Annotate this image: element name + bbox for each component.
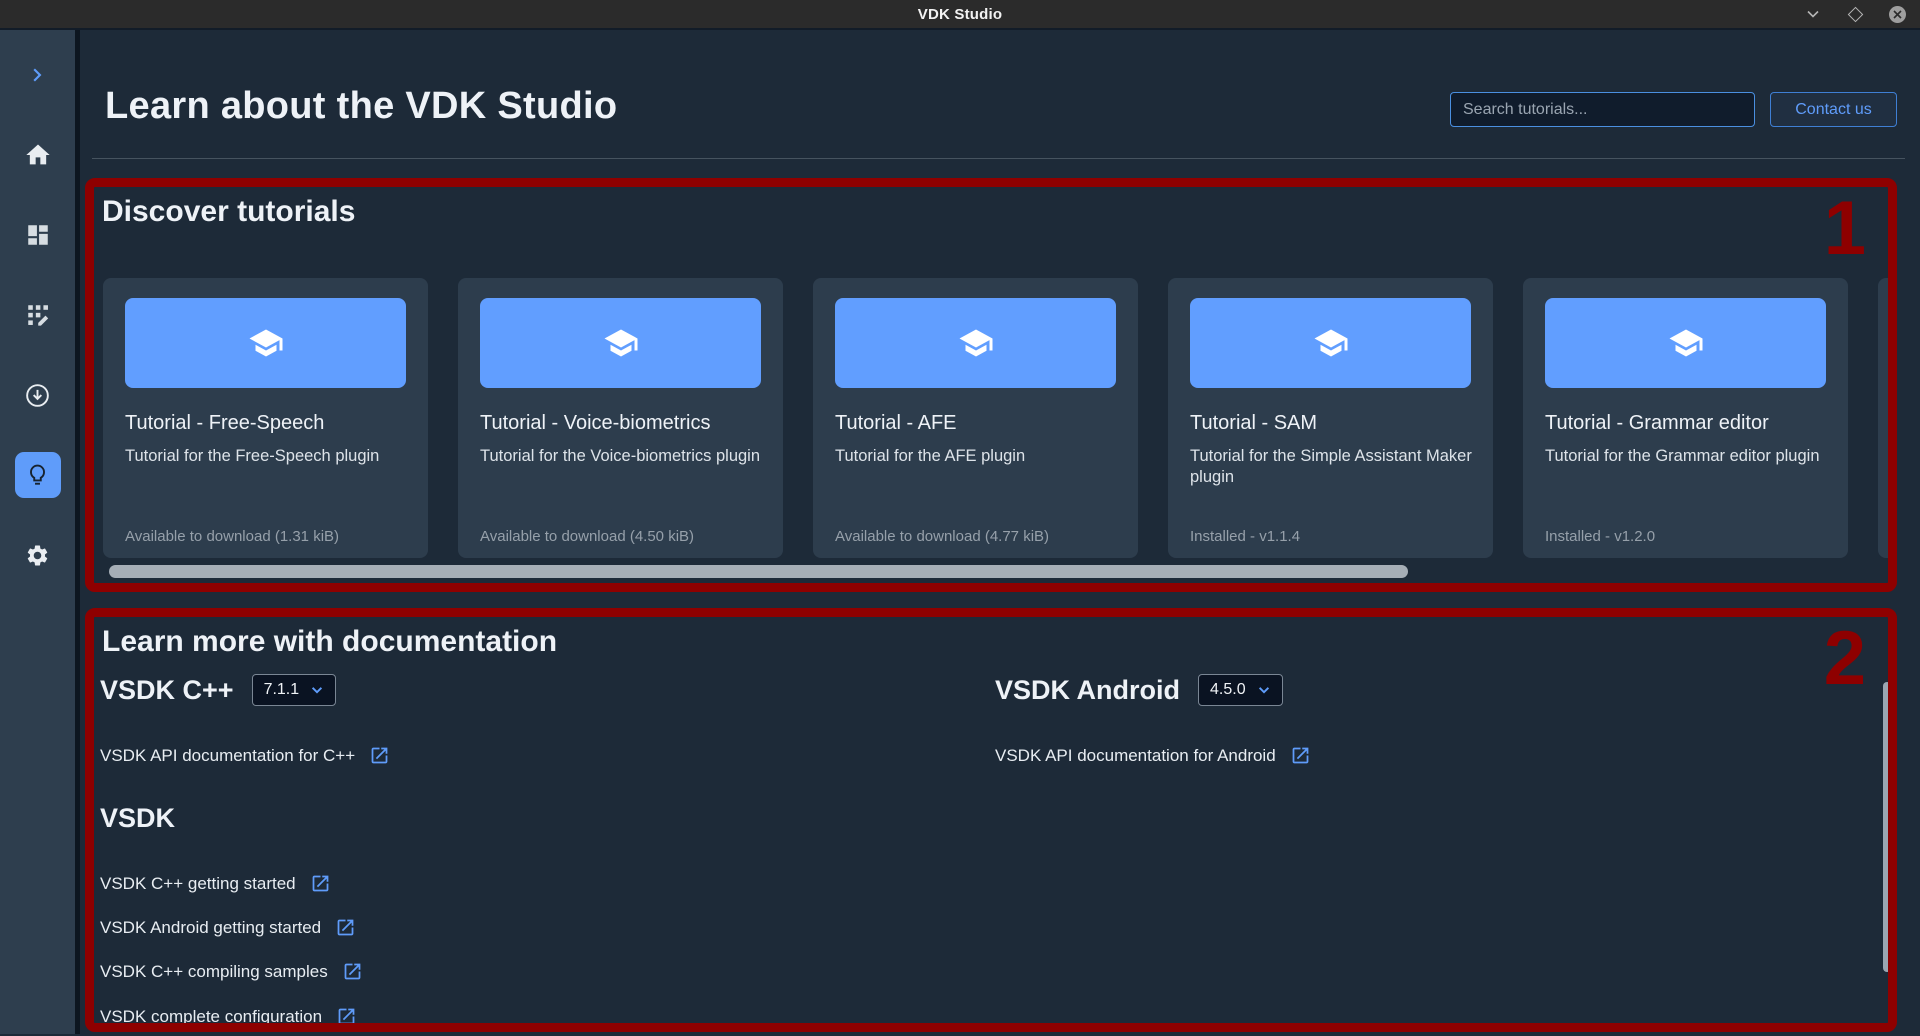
school-icon [248,325,284,361]
cpp-api-doc-link[interactable]: VSDK API documentation for C++ [100,745,390,766]
gear-icon [25,543,50,568]
contact-us-button[interactable]: Contact us [1770,92,1897,127]
close-icon [1889,6,1906,23]
tutorial-cards-row: Tutorial - Free-Speech Tutorial for the … [103,278,1888,558]
sidebar-item-home[interactable] [15,132,61,178]
card-title: Tutorial - AFE [835,412,957,435]
card-title: Tutorial - Grammar editor [1545,412,1769,435]
vsdk-cpp-compiling-samples-link[interactable]: VSDK C++ compiling samples [100,961,363,982]
download-icon [24,382,51,409]
card-description: Tutorial for the Grammar editor plugin [1545,446,1830,467]
chevron-right-icon [25,62,51,88]
link-label: VSDK Android getting started [100,918,321,938]
chevron-down-icon [310,683,324,697]
vsdk-row: VSDK [100,803,175,834]
card-description: Tutorial for the AFE plugin [835,446,1120,467]
discover-tutorials-heading: Discover tutorials [102,195,355,229]
vsdk-cpp-title: VSDK C++ [100,675,234,706]
vsdk-cpp-version-value: 7.1.1 [264,681,300,699]
annotation-number-2: 2 [1824,621,1866,697]
card-status: Available to download (4.77 kiB) [835,528,1049,545]
school-icon [603,325,639,361]
external-link-icon [336,1006,357,1023]
card-title: Tutorial - Voice-biometrics [480,412,710,435]
school-icon [1313,325,1349,361]
vsdk-title: VSDK [100,803,175,834]
card-status: Available to download (4.50 kiB) [480,528,694,545]
tutorial-card[interactable]: Tutorial - SAM Tutorial for the Simple A… [1168,278,1493,558]
horizontal-scrollbar[interactable] [109,565,1408,578]
link-label: VSDK API documentation for C++ [100,746,355,766]
vsdk-cpp-getting-started-link[interactable]: VSDK C++ getting started [100,873,331,894]
link-label: VSDK C++ compiling samples [100,962,328,982]
header-divider [92,158,1905,159]
close-button[interactable] [1888,5,1906,23]
external-link-icon [335,917,356,938]
sidebar [0,30,80,1034]
sidebar-item-expand[interactable] [15,52,61,98]
window-controls [1804,0,1906,28]
search-input[interactable] [1450,92,1755,127]
vertical-scrollbar[interactable] [1883,682,1888,972]
maximize-button[interactable] [1846,5,1864,23]
sidebar-item-settings[interactable] [15,532,61,578]
card-description: Tutorial for the Simple Assistant Maker … [1190,446,1475,489]
documentation-section: 2 Learn more with documentation VSDK C++… [85,608,1897,1032]
sidebar-item-projects[interactable] [15,292,61,338]
external-link-icon [369,745,390,766]
link-label: VSDK complete configuration [100,1007,322,1024]
vsdk-android-getting-started-link[interactable]: VSDK Android getting started [100,917,356,938]
titlebar: VDK Studio [0,0,1920,30]
school-icon [958,325,994,361]
external-link-icon [1290,745,1311,766]
annotation-number-1: 1 [1824,191,1866,267]
sidebar-item-downloads[interactable] [15,372,61,418]
card-status: Installed - v1.2.0 [1545,528,1655,545]
card-title: Tutorial - SAM [1190,412,1317,435]
tutorial-card[interactable]: Tutorial - Free-Speech Tutorial for the … [103,278,428,558]
vsdk-complete-configuration-link[interactable]: VSDK complete configuration [100,1006,357,1023]
page-title: Learn about the VDK Studio [105,85,617,128]
school-icon [1668,325,1704,361]
vsdk-android-version-select[interactable]: 4.5.0 [1198,674,1283,706]
card-banner [1190,298,1471,388]
home-icon [24,141,52,169]
discover-tutorials-section: 1 Discover tutorials Tutorial - Free-Spe… [85,178,1897,592]
vsdk-cpp-version-select[interactable]: 7.1.1 [252,674,337,706]
external-link-icon [310,873,331,894]
external-link-icon [342,961,363,982]
link-label: VSDK C++ getting started [100,874,296,894]
window-title: VDK Studio [918,6,1003,23]
vsdk-cpp-row: VSDK C++ 7.1.1 [100,674,336,706]
sidebar-item-learn[interactable] [15,452,61,498]
dashboard-icon [25,222,51,248]
chevron-down-icon [1805,6,1821,22]
minimize-button[interactable] [1804,5,1822,23]
lightbulb-icon [24,462,51,489]
vsdk-android-row: VSDK Android 4.5.0 [995,674,1283,706]
tutorial-card[interactable]: Tutorial - AFE Tutorial for the AFE plug… [813,278,1138,558]
documentation-heading: Learn more with documentation [102,625,557,659]
chevron-down-icon [1257,683,1271,697]
card-banner [125,298,406,388]
main-content: Learn about the VDK Studio Contact us 1 … [80,30,1920,1034]
sidebar-item-dashboard[interactable] [15,212,61,258]
vsdk-android-title: VSDK Android [995,675,1180,706]
card-banner [480,298,761,388]
tutorial-card[interactable]: Tutorial - Grammar editor Tutorial for t… [1523,278,1848,558]
card-status: Installed - v1.1.4 [1190,528,1300,545]
vsdk-android-version-value: 4.5.0 [1210,681,1246,699]
link-label: VSDK API documentation for Android [995,746,1276,766]
tutorial-card-partial[interactable] [1878,278,1888,558]
card-banner [835,298,1116,388]
card-title: Tutorial - Free-Speech [125,412,324,435]
tutorial-card[interactable]: Tutorial - Voice-biometrics Tutorial for… [458,278,783,558]
card-description: Tutorial for the Free-Speech plugin [125,446,410,467]
card-banner [1545,298,1826,388]
diamond-icon [1847,6,1863,22]
card-status: Available to download (1.31 kiB) [125,528,339,545]
android-api-doc-link[interactable]: VSDK API documentation for Android [995,745,1311,766]
card-description: Tutorial for the Voice-biometrics plugin [480,446,765,467]
grid-edit-icon [25,302,51,328]
